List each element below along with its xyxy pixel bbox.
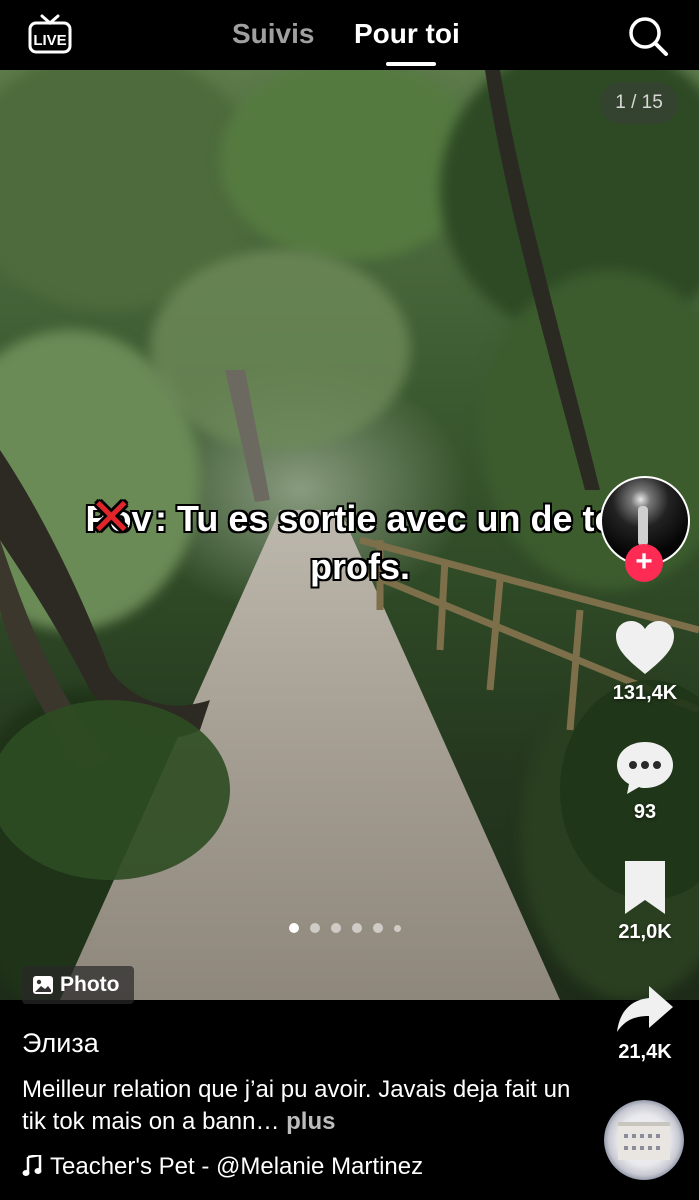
comment-count: 93: [633, 801, 657, 823]
follow-button[interactable]: +: [625, 544, 663, 582]
share-arrow-icon[interactable]: [613, 980, 677, 1040]
carousel-indicator: [289, 920, 412, 933]
live-tv-icon[interactable]: LIVE: [28, 14, 72, 54]
share-count: 21,4K: [618, 1041, 672, 1063]
live-label: LIVE: [33, 32, 66, 49]
creator-username[interactable]: Элиза: [22, 1028, 99, 1059]
caption-text: : Tu es sortie avec un de tes profs.: [145, 498, 635, 587]
cross-mark-icon: ✕: [89, 489, 134, 547]
save-count: 21,0K: [618, 921, 672, 943]
tab-suivis[interactable]: Suivis: [232, 18, 314, 50]
carousel-dot[interactable]: [310, 923, 320, 933]
like-count: 131,4K: [612, 682, 678, 704]
tab-pour-toi[interactable]: Pour toi: [354, 18, 460, 50]
carousel-dot[interactable]: [373, 923, 383, 933]
photo-badge-label: Photo: [60, 973, 120, 996]
image-counter: 1 / 15: [600, 82, 678, 124]
carousel-dot[interactable]: [394, 925, 401, 932]
image-icon: [33, 976, 53, 994]
search-icon[interactable]: [626, 14, 670, 58]
comment-bubble-icon[interactable]: [613, 738, 677, 798]
carousel-dot[interactable]: [352, 923, 362, 933]
active-tab-indicator: [386, 62, 436, 66]
post-description[interactable]: Meilleur relation que j’ai pu avoir. Jav…: [22, 1074, 582, 1138]
music-note-icon: [22, 1153, 42, 1176]
top-navigation-bar: LIVE Suivis Pour toi: [0, 0, 699, 70]
bookmark-icon[interactable]: [613, 858, 677, 918]
photo-caption: Pov✕ : Tu es sortie avec un de tes profs…: [60, 490, 660, 591]
music-info[interactable]: Teacher's Pet - @Melanie Martinez: [22, 1153, 423, 1181]
music-title: Teacher's Pet - @Melanie Martinez: [50, 1153, 424, 1180]
music-disc-thumbnail[interactable]: [604, 1100, 684, 1180]
carousel-dot[interactable]: [289, 923, 299, 933]
heart-icon[interactable]: [613, 618, 677, 678]
see-more-link[interactable]: plus: [279, 1108, 335, 1135]
photo-badge: Photo: [22, 966, 134, 1004]
carousel-dot[interactable]: [331, 923, 341, 933]
